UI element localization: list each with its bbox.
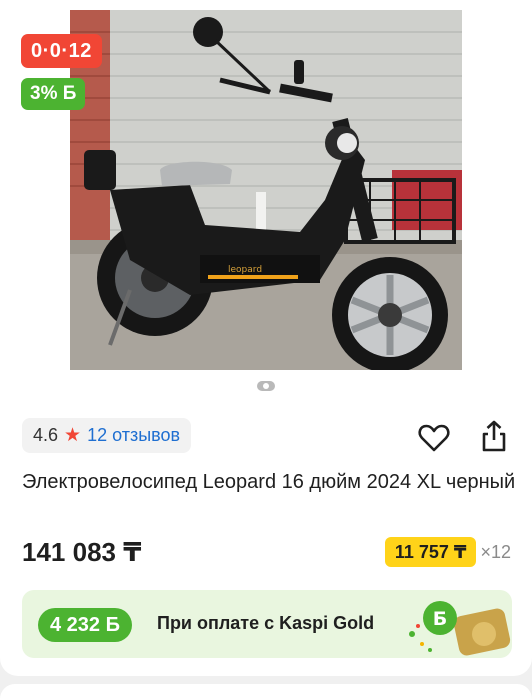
product-card: leopard 0·0·12 3% Б 4.6 ★ 12 отзывов Эле… xyxy=(0,0,532,676)
product-image[interactable]: leopard xyxy=(70,10,462,370)
next-section-edge xyxy=(0,684,532,699)
bonus-badge: 3% Б xyxy=(21,78,86,110)
coin-letter: Б xyxy=(433,608,447,630)
kaspi-gold-banner[interactable]: 4 232 Б При оплате с Kaspi Gold Б xyxy=(22,590,512,658)
bonus-amount-pill: 4 232 Б xyxy=(38,608,132,642)
product-title: Электровелосипед Leopard 16 дюйм 2024 XL… xyxy=(22,471,516,493)
monthly-payment-badge: 11 757 ₸ xyxy=(384,537,477,567)
share-icon xyxy=(482,420,506,452)
kaspi-gold-card-icon: Б xyxy=(409,601,511,656)
share-button[interactable] xyxy=(476,418,512,454)
installment-info[interactable]: 11 757 ₸ ×12 xyxy=(384,537,511,567)
front-wheel xyxy=(332,257,448,370)
scooter-photo: leopard xyxy=(70,10,462,370)
star-icon: ★ xyxy=(64,425,82,446)
kaspi-gold-text: При оплате с Kaspi Gold xyxy=(157,613,375,633)
installment-months: ×12 xyxy=(480,541,511,562)
image-pager-indicator[interactable] xyxy=(257,381,275,391)
rating-chip[interactable]: 4.6 ★ 12 отзывов xyxy=(22,418,192,453)
reviews-link[interactable]: 12 отзывов xyxy=(87,425,180,446)
product-price: 141 083 ₸ xyxy=(22,537,142,567)
scooter-logo: leopard xyxy=(228,265,262,275)
favorite-button[interactable] xyxy=(416,420,452,456)
installment-badge: 0·0·12 xyxy=(21,34,102,68)
heart-icon xyxy=(418,424,450,452)
rating-value: 4.6 xyxy=(33,425,59,445)
